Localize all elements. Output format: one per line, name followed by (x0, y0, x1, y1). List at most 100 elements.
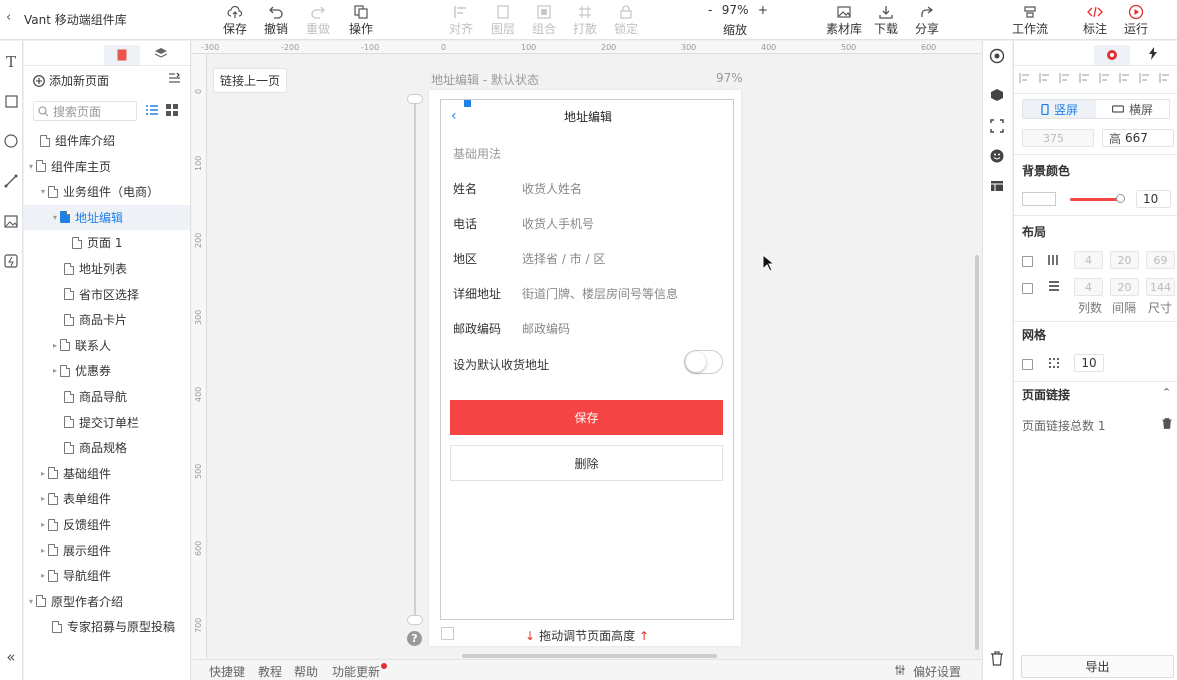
horizontal-scrollbar[interactable] (462, 654, 717, 658)
layout-row-count[interactable]: 4 (1074, 278, 1103, 296)
caret-down-icon[interactable]: ▾ (50, 213, 60, 222)
page-tree-item[interactable]: 地址列表 (24, 256, 190, 281)
page-tree-item[interactable]: 省市区选择 (24, 282, 190, 307)
layout-rows-checkbox[interactable] (1022, 283, 1033, 294)
align-right-icon[interactable] (1059, 72, 1071, 84)
layout-row-size[interactable]: 144 (1146, 278, 1175, 296)
caret-right-icon[interactable]: ▸ (38, 494, 48, 503)
page-tree-item[interactable]: ▸ 基础组件 (24, 461, 190, 486)
caret-down-icon[interactable]: ▾ (38, 187, 48, 196)
page-tree-item[interactable]: 提交订单栏 (24, 410, 190, 435)
pages-tab[interactable] (104, 45, 140, 65)
layout-row-gap[interactable]: 20 (1110, 278, 1139, 296)
interaction-tab[interactable] (1148, 47, 1158, 63)
line-tool-icon[interactable] (2, 172, 20, 190)
annotate-button[interactable]: 标注 (1081, 0, 1109, 40)
assets-button[interactable]: 素材库 (826, 0, 862, 40)
align-vcenter-icon[interactable] (1099, 72, 1111, 84)
vertical-scrollbar[interactable] (975, 255, 979, 650)
ellipse-tool-icon[interactable] (2, 132, 20, 150)
grid-checkbox[interactable] (1022, 359, 1033, 370)
image-tool-icon[interactable] (2, 212, 20, 230)
ungroup-button[interactable]: 打散 (572, 0, 598, 40)
table-icon[interactable] (990, 179, 1004, 196)
help-icon[interactable]: ? (407, 631, 422, 646)
align-hcenter-icon[interactable] (1039, 72, 1051, 84)
share-button[interactable]: 分享 (914, 0, 940, 40)
default-address-switch[interactable] (684, 350, 723, 374)
link-prev-page-button[interactable]: 链接上一页 (213, 68, 287, 93)
layers-tab[interactable] (154, 47, 168, 62)
undo-button[interactable]: 撤销 (262, 0, 290, 40)
layout-columns-checkbox[interactable] (1022, 256, 1033, 267)
page-tree-item[interactable]: ▾ 原型作者介绍 (24, 589, 190, 614)
slider-top-handle[interactable] (407, 94, 423, 104)
drag-height-hint[interactable]: ↓ 拖动调节页面高度 ↑ (525, 627, 649, 644)
fit-checkbox[interactable] (441, 627, 454, 640)
caret-right-icon[interactable]: ▸ (50, 341, 60, 350)
save-button[interactable]: 保存 (221, 0, 249, 40)
distribute-v-icon[interactable] (1159, 72, 1171, 84)
zoom-in-button[interactable]: + (758, 3, 768, 17)
page-tree-item[interactable]: 专家招募与原型投稿 (24, 614, 190, 639)
redo-button[interactable]: 重做 (304, 0, 332, 40)
height-input[interactable]: 高 667 (1102, 129, 1174, 147)
page-tree-item[interactable]: ▸ 优惠券 (24, 358, 190, 383)
shortcuts-link[interactable]: 快捷键 (209, 663, 245, 680)
page-tree-item[interactable]: 商品卡片 (24, 307, 190, 332)
grid-view-icon[interactable] (165, 103, 179, 120)
form-field-input[interactable]: 选择省 / 市 / 区 (522, 250, 605, 267)
lock-button[interactable]: 锁定 (613, 0, 639, 40)
preferences-link[interactable]: 偏好设置 (913, 663, 961, 680)
text-tool-icon[interactable]: T (2, 53, 20, 71)
page-tree-item[interactable]: ▸ 展示组件 (24, 538, 190, 563)
download-button[interactable]: 下载 (873, 0, 899, 40)
caret-right-icon[interactable]: ▸ (38, 520, 48, 529)
page-props-tab[interactable] (1094, 45, 1130, 65)
list-view-icon[interactable] (145, 103, 159, 120)
component-tool-icon[interactable] (2, 252, 20, 270)
emoji-icon[interactable] (990, 149, 1004, 166)
form-field-input[interactable]: 收货人姓名 (522, 180, 582, 197)
form-field-input[interactable]: 街道门牌、楼层房间号等信息 (522, 285, 678, 302)
page-tree-item[interactable]: ▾ 组件库主页 (24, 154, 190, 179)
form-field-input[interactable]: 收货人手机号 (522, 215, 594, 232)
layer-button[interactable]: 图层 (490, 0, 516, 40)
caret-right-icon[interactable]: ▸ (38, 571, 48, 580)
add-page-button[interactable]: 添加新页面 (33, 72, 109, 89)
layout-col-size[interactable]: 69 (1146, 251, 1175, 269)
opacity-input[interactable]: 10 (1136, 190, 1171, 208)
portrait-button[interactable]: 竖屏 (1023, 100, 1096, 118)
form-field-input[interactable]: 邮政编码 (522, 320, 570, 337)
caret-down-icon[interactable]: ▾ (26, 597, 36, 606)
caret-right-icon[interactable]: ▸ (38, 546, 48, 555)
opacity-slider[interactable] (1070, 198, 1120, 201)
back-icon[interactable]: ‹ (6, 10, 11, 25)
slider-bottom-handle[interactable] (407, 615, 423, 625)
cube-icon[interactable] (990, 88, 1004, 105)
caret-right-icon[interactable]: ▸ (50, 366, 60, 375)
updates-link[interactable]: 功能更新 (332, 663, 380, 680)
landscape-button[interactable]: 横屏 (1096, 100, 1169, 118)
opacity-slider-thumb[interactable] (1116, 194, 1125, 203)
rectangle-tool-icon[interactable] (2, 92, 20, 110)
align-top-icon[interactable] (1079, 72, 1091, 84)
target-icon[interactable] (989, 48, 1005, 67)
grid-size-input[interactable]: 10 (1074, 354, 1104, 372)
nav-back-icon[interactable]: ‹ (451, 108, 457, 124)
page-tree-item[interactable]: ▸ 联系人 (24, 333, 190, 358)
page-tree-item[interactable]: 组件库介绍 (24, 128, 190, 153)
caret-down-icon[interactable]: ▾ (26, 162, 36, 171)
help-link[interactable]: 帮助 (294, 663, 318, 680)
page-tree-item[interactable]: ▾ 地址编辑 (24, 204, 190, 230)
page-tree-item[interactable]: ▾ 业务组件（电商） (24, 179, 190, 204)
page-tree-item[interactable]: 商品规格 (24, 435, 190, 460)
align-left-icon[interactable] (1019, 72, 1031, 84)
bg-color-swatch[interactable] (1022, 192, 1056, 206)
sort-icon[interactable] (168, 72, 181, 87)
tutorial-link[interactable]: 教程 (258, 663, 282, 680)
export-button[interactable]: 导出 (1021, 655, 1174, 678)
page-tree-item[interactable]: 商品导航 (24, 384, 190, 409)
chevron-up-icon[interactable]: ⌃ (1162, 386, 1171, 399)
delete-address-button[interactable]: 删除 (450, 445, 723, 481)
